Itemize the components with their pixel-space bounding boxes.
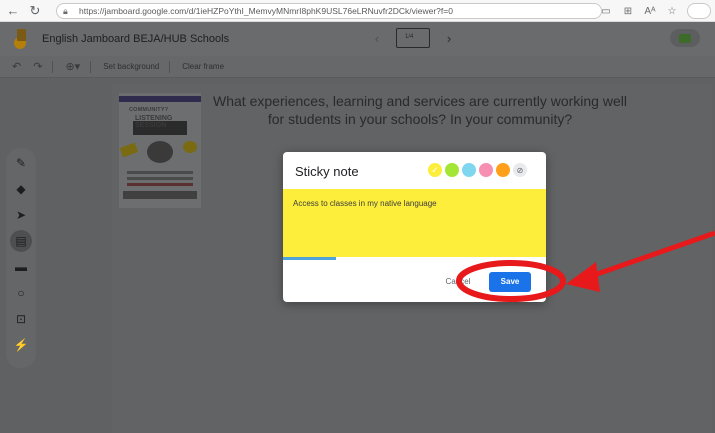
dialog-title: Sticky note xyxy=(295,164,359,179)
redo-icon[interactable]: ↷ xyxy=(33,60,42,73)
frame-counter: 1/4 xyxy=(405,34,414,40)
image-icon[interactable]: ▬ xyxy=(10,256,32,278)
browser-toolbar: ← ↻ 🔒︎ https://jamboard.google.com/d/1ie… xyxy=(0,0,715,22)
laser-icon[interactable]: ⚡ xyxy=(10,334,32,356)
edit-toolbar: ↶ ↷ ⊕▾ Set background Clear frame xyxy=(0,56,715,78)
undo-icon[interactable]: ↶ xyxy=(12,60,21,73)
cancel-button[interactable]: Cancel xyxy=(433,272,483,292)
color-swatch-pink[interactable] xyxy=(479,163,493,177)
select-icon[interactable]: ➤ xyxy=(10,204,32,226)
meet-button[interactable] xyxy=(670,29,700,47)
read-aloud-icon[interactable]: Aᴬ xyxy=(643,4,657,18)
zoom-icon[interactable]: ⊕▾ xyxy=(65,60,80,73)
listening-session-poster[interactable]: COMMUNITY? LISTENING SESSION xyxy=(119,93,201,208)
address-bar[interactable]: 🔒︎ https://jamboard.google.com/d/1ieHZPo… xyxy=(56,3,602,19)
lock-icon: 🔒︎ xyxy=(63,6,68,16)
color-swatch-green[interactable] xyxy=(445,163,459,177)
set-background-button[interactable]: Set background xyxy=(103,62,159,71)
back-icon[interactable]: ← xyxy=(4,2,22,20)
sticky-note-dialog: Sticky note ✓ ⊘ Access to classes in my … xyxy=(283,152,546,302)
character-limit-bar xyxy=(283,257,546,260)
profile-pill[interactable] xyxy=(687,3,711,19)
reload-icon[interactable]: ↻ xyxy=(26,2,44,20)
color-swatch-blue[interactable] xyxy=(462,163,476,177)
next-frame-icon[interactable]: › xyxy=(442,31,456,46)
reader-icon[interactable]: ▭ xyxy=(599,4,613,18)
circle-icon[interactable]: ○ xyxy=(10,282,32,304)
previous-frame-icon[interactable]: ‹ xyxy=(370,31,384,46)
clear-frame-button[interactable]: Clear frame xyxy=(182,62,224,71)
toolbar-divider xyxy=(169,60,171,73)
note-text-area[interactable]: Access to classes in my native language xyxy=(283,189,546,257)
frame-question-text[interactable]: What experiences, learning and services … xyxy=(210,92,630,128)
jamboard-logo-icon[interactable] xyxy=(14,29,28,49)
document-title[interactable]: English Jamboard BEJA/HUB Schools xyxy=(42,33,229,45)
grid-icon[interactable]: ⊞ xyxy=(621,4,635,18)
sticky-note-icon[interactable]: ▤ xyxy=(10,230,32,252)
save-button[interactable]: Save xyxy=(489,272,531,292)
pen-icon[interactable]: ✎ xyxy=(10,152,32,174)
color-swatches: ✓ ⊘ xyxy=(428,163,527,177)
eraser-icon[interactable]: ◆ xyxy=(10,178,32,200)
text-box-icon[interactable]: ⊡ xyxy=(10,308,32,330)
color-swatch-yellow[interactable]: ✓ xyxy=(428,163,442,177)
poster-heading: LISTENING SESSION xyxy=(135,115,173,129)
no-color-icon[interactable]: ⊘ xyxy=(513,163,527,177)
url-text: https://jamboard.google.com/d/1ieHZPoYth… xyxy=(79,6,453,16)
frame-bar-button[interactable]: 1/4 xyxy=(396,28,430,48)
frame-navigation: ‹ 1/4 › xyxy=(370,28,456,48)
color-swatch-orange[interactable] xyxy=(496,163,510,177)
poster-caption: COMMUNITY? xyxy=(129,107,169,113)
meet-camera-icon xyxy=(679,33,691,43)
toolbar-divider xyxy=(52,60,54,73)
note-text: Access to classes in my native language xyxy=(293,199,437,208)
tool-palette: ✎ ◆ ➤ ▤ ▬ ○ ⊡ ⚡ xyxy=(6,148,36,368)
app-header: English Jamboard BEJA/HUB Schools ‹ 1/4 … xyxy=(0,22,715,56)
favorite-icon[interactable]: ☆ xyxy=(665,4,679,18)
toolbar-divider xyxy=(90,60,92,73)
